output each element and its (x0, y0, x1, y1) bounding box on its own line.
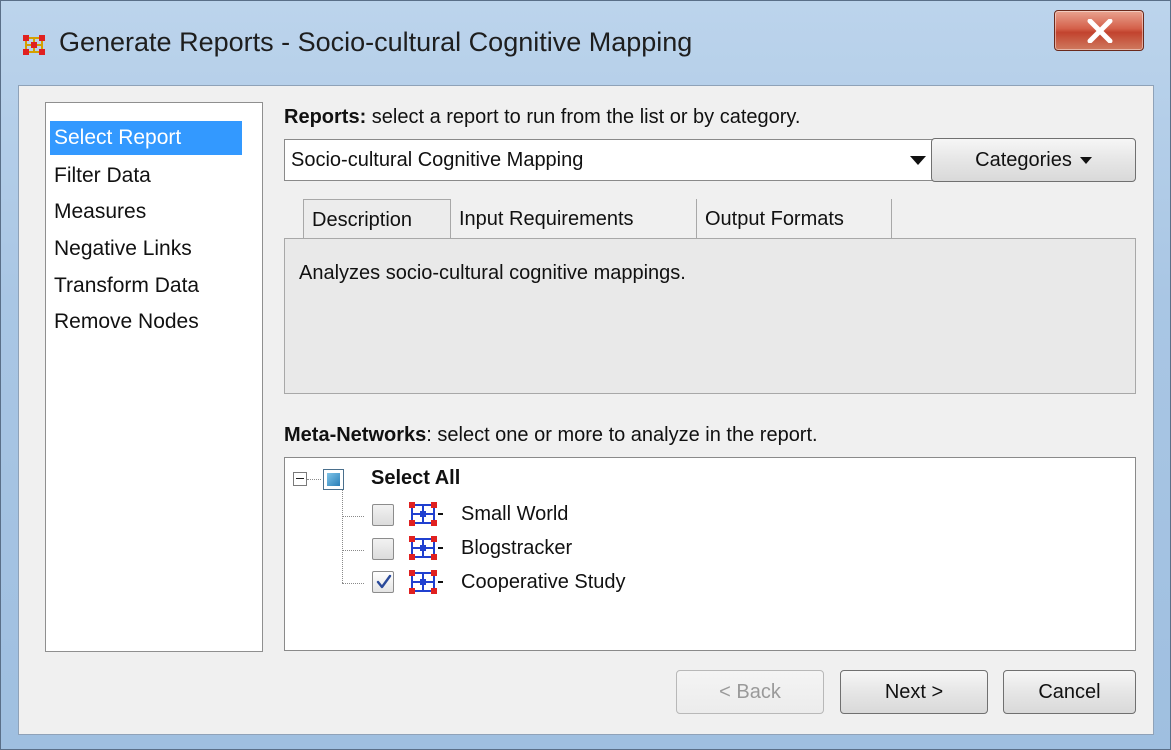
dialog-content: Select Report Filter Data Measures Negat… (18, 85, 1154, 735)
cooperative-study-checkbox[interactable] (372, 571, 394, 593)
tab-output-formats[interactable]: Output Formats (697, 199, 892, 239)
network-name[interactable]: Small World (461, 503, 568, 526)
reports-label: Reports: (284, 106, 367, 128)
meta-networks-heading: Meta-Networks: select one or more to ana… (284, 424, 818, 447)
meta-network-tree: Select All Small World Blogstracker Coop… (284, 457, 1136, 651)
nav-item-filter-data[interactable]: Filter Data (50, 159, 157, 193)
tree-connector (342, 550, 364, 551)
close-button[interactable] (1054, 10, 1144, 51)
nav-item-remove-nodes[interactable]: Remove Nodes (50, 305, 205, 339)
meta-networks-hint: : select one or more to analyze in the r… (426, 424, 818, 446)
tree-connector (307, 479, 321, 480)
chevron-down-icon (1079, 157, 1092, 165)
small-world-checkbox[interactable] (372, 504, 394, 526)
dropdown-arrow-icon (910, 156, 926, 165)
report-description: Analyzes socio-cultural cognitive mappin… (299, 262, 686, 284)
next-button[interactable]: Next > (840, 670, 988, 714)
report-select[interactable]: Socio-cultural Cognitive Mapping (284, 139, 935, 181)
nav-item-transform-data[interactable]: Transform Data (50, 269, 205, 303)
cancel-button[interactable]: Cancel (1003, 670, 1136, 714)
app-network-icon (23, 35, 45, 55)
back-button[interactable]: < Back (676, 670, 824, 714)
reports-heading: Reports: select a report to run from the… (284, 106, 801, 129)
blogstracker-checkbox[interactable] (372, 538, 394, 560)
network-name[interactable]: Blogstracker (461, 537, 572, 560)
categories-label: Categories (975, 149, 1072, 171)
meta-network-icon (409, 502, 443, 526)
select-all-label[interactable]: Select All (371, 467, 460, 490)
meta-network-icon (409, 536, 443, 560)
close-icon (1087, 19, 1113, 43)
categories-button[interactable]: Categories (931, 138, 1136, 182)
wizard-step-list: Select Report Filter Data Measures Negat… (45, 102, 263, 652)
title-bar[interactable]: Generate Reports - Socio-cultural Cognit… (1, 1, 1170, 85)
nav-item-measures[interactable]: Measures (50, 195, 152, 229)
tree-connector (342, 490, 343, 583)
collapse-icon[interactable] (293, 472, 307, 486)
nav-item-select-report[interactable]: Select Report (50, 121, 242, 155)
select-all-checkbox[interactable] (323, 469, 344, 490)
report-select-value: Socio-cultural Cognitive Mapping (291, 149, 584, 171)
network-name[interactable]: Cooperative Study (461, 571, 626, 594)
meta-network-icon (409, 570, 443, 594)
description-panel: Analyzes socio-cultural cognitive mappin… (284, 238, 1136, 394)
reports-hint: select a report to run from the list or … (366, 106, 801, 128)
tab-input-requirements[interactable]: Input Requirements (451, 199, 697, 239)
tree-connector (342, 583, 364, 584)
tree-connector (342, 516, 364, 517)
nav-item-negative-links[interactable]: Negative Links (50, 232, 198, 266)
meta-networks-label: Meta-Networks (284, 424, 427, 446)
checkmark-icon (376, 574, 392, 589)
window-title: Generate Reports - Socio-cultural Cognit… (59, 27, 693, 57)
tab-description[interactable]: Description (303, 199, 451, 240)
report-dialog-window: Generate Reports - Socio-cultural Cognit… (0, 0, 1171, 750)
